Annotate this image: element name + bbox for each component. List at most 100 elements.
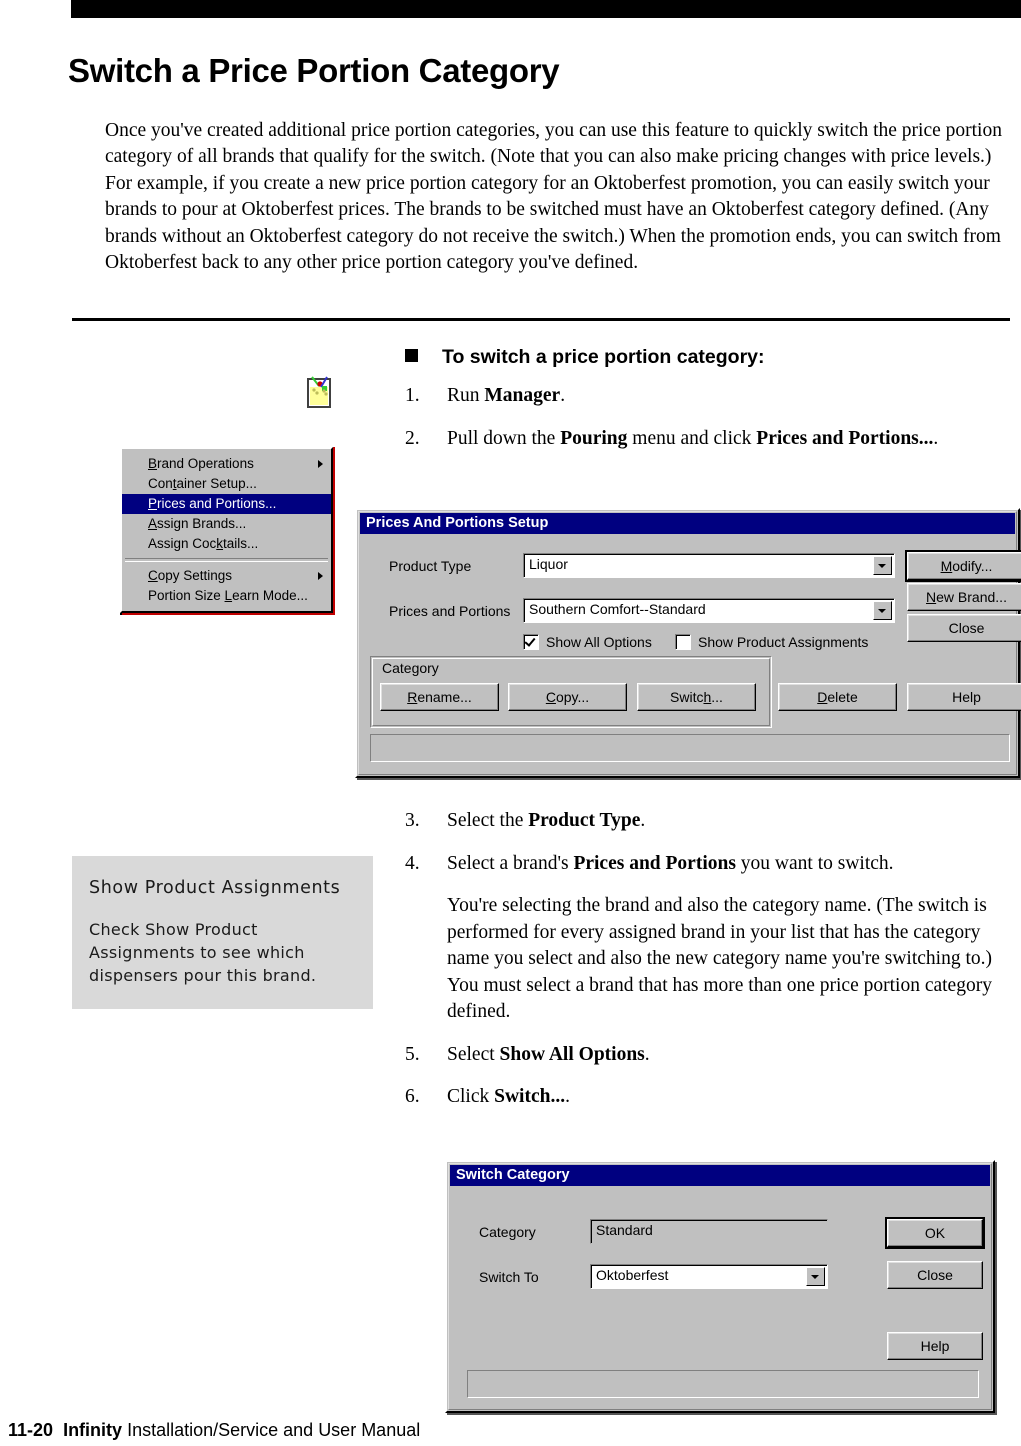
checkbox-empty-icon — [675, 634, 691, 650]
step-3-number: 3. — [405, 810, 420, 831]
step-2-number: 2. — [405, 427, 420, 449]
menu-item-portion-size-learn-mode[interactable]: Portion Size Learn Mode... — [122, 586, 331, 606]
step-1-number: 1. — [405, 385, 420, 406]
step-4: 4. Select a brand's Prices and Portions … — [405, 851, 1013, 878]
show-all-options-label: Show All Options — [546, 634, 652, 650]
copy-button-label: Copy... — [545, 689, 590, 705]
page-footer: 11-20 Infinity Installation/Service and … — [8, 1420, 420, 1441]
show-product-assignments-checkbox[interactable]: Show Product Assignments — [675, 634, 868, 650]
menu-item-assign-cocktails[interactable]: Assign Cocktails... — [122, 534, 331, 554]
switch-close-button[interactable]: Close — [887, 1261, 983, 1289]
step-5-number: 5. — [405, 1043, 420, 1065]
menu-item-assign-brands[interactable]: Assign Brands... — [122, 514, 331, 534]
step-4-body: Select a brand's Prices and Portions you… — [447, 852, 894, 874]
switch-category-label: Category — [479, 1224, 536, 1240]
menu-item-prices-and-portions[interactable]: Prices and Portions... — [122, 494, 331, 514]
pouring-menu-screenshot: Brand Operations Container Setup... Pric… — [120, 447, 333, 613]
rename-button[interactable]: Rename... — [380, 683, 499, 711]
procedure-steps-bottom: 3. Select the Product Type. 4. Select a … — [405, 808, 1013, 1127]
chevron-right-icon — [318, 460, 323, 468]
switch-help-button-label: Help — [920, 1338, 950, 1354]
show-product-assignments-note-box: Show Product Assignments Check Show Prod… — [72, 856, 373, 1009]
ok-button-label: OK — [924, 1225, 946, 1241]
menu-item-label: Container Setup... — [148, 476, 257, 491]
step-2-body: Pull down the Pouring menu and click Pri… — [447, 427, 939, 449]
note-box-title: Show Product Assignments — [89, 878, 341, 898]
new-brand-button[interactable]: New Brand... — [907, 583, 1021, 611]
switch-category-value-field: Standard — [590, 1219, 828, 1244]
show-all-options-checkbox[interactable]: Show All Options — [523, 634, 652, 650]
product-type-combobox[interactable]: Liquor — [523, 553, 895, 578]
step-1-body: Run Manager. — [447, 385, 566, 406]
prices-and-portions-combobox[interactable]: Southern Comfort--Standard — [523, 598, 895, 623]
step-2: 2. Pull down the Pouring menu and click … — [405, 426, 1013, 453]
footer-gap — [53, 1420, 63, 1440]
menu-item-container-setup[interactable]: Container Setup... — [122, 474, 331, 494]
prices-and-portions-setup-dialog: Prices And Portions Setup Product Type L… — [355, 508, 1021, 778]
step-6: 6. Click Switch.... — [405, 1084, 1013, 1111]
procedure-steps-top: To switch a price portion category: 1. R… — [405, 346, 1013, 468]
close-button-label: Close — [948, 620, 985, 636]
rename-button-label: Rename... — [407, 689, 472, 705]
menu-item-label: Prices and Portions... — [148, 496, 277, 511]
tip-note-icon — [303, 374, 337, 410]
step-6-body: Click Switch.... — [447, 1086, 570, 1107]
copy-button[interactable]: Copy... — [508, 683, 627, 711]
menu-item-label: Assign Cocktails... — [148, 536, 259, 551]
menu-item-copy-settings[interactable]: Copy Settings — [122, 566, 331, 586]
help-button[interactable]: Help — [907, 683, 1021, 711]
switch-button-label: Switch... — [670, 689, 723, 705]
switch-help-button[interactable]: Help — [887, 1332, 983, 1360]
page-header-bar — [71, 0, 1021, 18]
procedure-heading: To switch a price portion category: — [405, 346, 1013, 369]
category-group-label: Category — [382, 660, 439, 676]
step-6-number: 6. — [405, 1086, 420, 1107]
switch-button[interactable]: Switch... — [637, 683, 756, 711]
switch-dialog-status-bar — [467, 1370, 979, 1398]
ok-button[interactable]: OK — [885, 1217, 985, 1249]
footer-page-number: 11-20 — [8, 1420, 54, 1440]
switch-category-dialog: Switch Category Category Standard Switch… — [445, 1160, 995, 1413]
menu-item-label: Portion Size Learn Mode... — [148, 588, 308, 603]
modify-button[interactable]: Modify... — [905, 550, 1021, 582]
switch-close-button-label: Close — [917, 1267, 953, 1283]
bullet-square-icon — [405, 349, 418, 362]
close-button[interactable]: Close — [907, 614, 1021, 642]
product-type-value: Liquor — [529, 556, 568, 572]
menu-item-label: Copy Settings — [148, 568, 233, 583]
product-type-label: Product Type — [389, 558, 472, 574]
show-product-assignments-label: Show Product Assignments — [698, 634, 869, 650]
chevron-down-icon[interactable] — [873, 556, 892, 575]
menu-item-label: Assign Brands... — [148, 516, 247, 531]
chevron-down-icon[interactable] — [873, 601, 892, 620]
chevron-right-icon — [318, 572, 323, 580]
procedure-heading-label: To switch a price portion category: — [442, 346, 765, 368]
step-3-body: Select the Product Type. — [447, 810, 646, 831]
step-3: 3. Select the Product Type. — [405, 808, 1013, 835]
prices-and-portions-value: Southern Comfort--Standard — [529, 601, 706, 617]
switch-category-value: Standard — [596, 1222, 653, 1238]
step-5: 5. Select Show All Options. — [405, 1042, 1013, 1069]
checkmark-icon — [523, 634, 539, 650]
step-4-number: 4. — [405, 852, 420, 874]
menu-separator — [125, 558, 328, 562]
step-4-note: You're selecting the brand and also the … — [447, 895, 993, 1022]
prices-dialog-title-bar: Prices And Portions Setup — [360, 513, 1015, 534]
section-divider — [72, 318, 1010, 321]
switch-to-combobox[interactable]: Oktoberfest — [590, 1264, 828, 1289]
menu-item-brand-operations[interactable]: Brand Operations — [122, 454, 331, 474]
step-5-body: Select Show All Options. — [447, 1043, 650, 1065]
switch-dialog-title: Switch Category — [456, 1167, 570, 1183]
delete-button-label: Delete — [817, 689, 858, 705]
note-box-body: Check Show Product Assignments to see wh… — [89, 920, 317, 985]
page-title: Switch a Price Portion Category — [68, 52, 560, 90]
delete-button[interactable]: Delete — [778, 683, 897, 711]
menu-item-label: Brand Operations — [148, 456, 254, 471]
help-button-label: Help — [952, 689, 981, 705]
modify-button-label: Modify... — [940, 558, 993, 574]
intro-paragraph: Once you've created additional price por… — [105, 119, 1002, 274]
prices-and-portions-label: Prices and Portions — [389, 603, 511, 619]
chevron-down-icon[interactable] — [806, 1267, 825, 1286]
prices-dialog-status-bar — [370, 734, 1010, 762]
footer-manual-name: Installation/Service and User Manual — [127, 1420, 421, 1440]
